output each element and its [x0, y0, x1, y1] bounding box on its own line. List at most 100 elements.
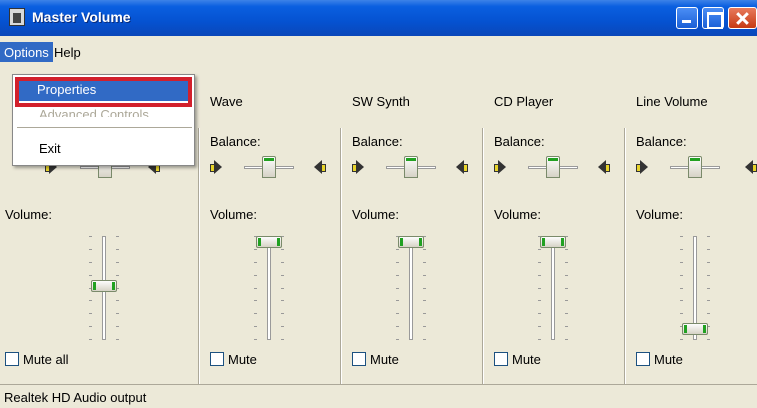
volume-slider-thumb[interactable]: [540, 236, 566, 248]
volume-tick: [565, 288, 568, 289]
volume-tick: [89, 339, 92, 340]
volume-tick: [281, 288, 284, 289]
volume-tick: [423, 326, 426, 327]
volume-slider-thumb[interactable]: [682, 323, 708, 335]
volume-tick: [538, 339, 541, 340]
volume-tick: [707, 249, 710, 250]
volume-slider-thumb[interactable]: [256, 236, 282, 248]
volume-tick: [281, 249, 284, 250]
volume-tick: [396, 262, 399, 263]
volume-label: Volume:: [5, 207, 52, 222]
volume-tick: [116, 313, 119, 314]
mute-label: Mute: [512, 352, 541, 367]
menu-options[interactable]: Options: [0, 42, 53, 62]
balance-slider-thumb[interactable]: [262, 156, 276, 178]
volume-slider-track[interactable]: [551, 236, 555, 340]
volume-label: Volume:: [210, 207, 257, 222]
balance-left-speaker-icon: [636, 160, 648, 174]
volume-tick: [680, 288, 683, 289]
volume-tick: [116, 339, 119, 340]
balance-label: Balance:: [210, 134, 261, 149]
volume-tick: [538, 326, 541, 327]
volume-tick: [423, 275, 426, 276]
mute-label: Mute: [370, 352, 399, 367]
balance-left-speaker-icon: [494, 160, 506, 174]
volume-tick: [680, 300, 683, 301]
close-icon[interactable]: [728, 7, 757, 29]
volume-label: Volume:: [494, 207, 541, 222]
mute-label: Mute: [654, 352, 683, 367]
volume-tick: [254, 275, 257, 276]
checkbox[interactable]: [494, 352, 508, 366]
volume-tick: [396, 313, 399, 314]
volume-tick: [396, 326, 399, 327]
menu-help[interactable]: Help: [50, 42, 85, 62]
balance-slider-thumb[interactable]: [688, 156, 702, 178]
volume-tick: [281, 326, 284, 327]
volume-tick: [89, 249, 92, 250]
balance-slider-thumb[interactable]: [404, 156, 418, 178]
volume-tick: [89, 275, 92, 276]
balance-label: Balance:: [636, 134, 687, 149]
checkbox[interactable]: [352, 352, 366, 366]
volume-tick: [281, 262, 284, 263]
volume-tick: [538, 313, 541, 314]
balance-slider-thumb[interactable]: [546, 156, 560, 178]
volume-tick: [707, 262, 710, 263]
volume-tick: [396, 275, 399, 276]
volume-tick: [680, 236, 683, 237]
volume-tick: [116, 249, 119, 250]
channel-cd-player: CD Player Balance: Volume: Mute: [484, 74, 624, 384]
volume-slider-thumb[interactable]: [398, 236, 424, 248]
balance-right-speaker-icon: [456, 160, 468, 174]
balance-right-speaker-icon: [598, 160, 610, 174]
volume-tick: [423, 300, 426, 301]
volume-tick: [680, 313, 683, 314]
volume-tick: [565, 275, 568, 276]
minimize-icon[interactable]: [676, 7, 698, 29]
volume-tick: [707, 275, 710, 276]
volume-slider-thumb[interactable]: [91, 280, 117, 292]
volume-tick: [707, 288, 710, 289]
volume-tick: [538, 275, 541, 276]
volume-tick: [89, 262, 92, 263]
volume-tick: [116, 262, 119, 263]
channel-name: CD Player: [494, 94, 554, 109]
highlight-box: [15, 77, 192, 107]
menu-item-exit[interactable]: Exit: [39, 141, 61, 156]
volume-tick: [680, 339, 683, 340]
volume-tick: [538, 262, 541, 263]
volume-label: Volume:: [636, 207, 683, 222]
status-text: Realtek HD Audio output: [4, 390, 147, 405]
volume-tick: [254, 288, 257, 289]
title-bar[interactable]: Master Volume: [0, 0, 757, 36]
balance-left-speaker-icon: [210, 160, 222, 174]
checkbox[interactable]: [636, 352, 650, 366]
balance-right-speaker-icon: [745, 160, 757, 174]
volume-tick: [707, 313, 710, 314]
volume-tick: [423, 339, 426, 340]
volume-tick: [89, 326, 92, 327]
volume-tick: [423, 313, 426, 314]
checkbox[interactable]: [5, 352, 19, 366]
volume-tick: [254, 313, 257, 314]
volume-tick: [396, 339, 399, 340]
volume-slider-track[interactable]: [409, 236, 413, 340]
balance-label: Balance:: [494, 134, 545, 149]
volume-tick: [254, 249, 257, 250]
maximize-icon[interactable]: [702, 7, 724, 29]
balance-right-speaker-icon: [314, 160, 326, 174]
volume-tick: [396, 249, 399, 250]
checkbox[interactable]: [210, 352, 224, 366]
volume-tick: [680, 275, 683, 276]
volume-tick: [116, 236, 119, 237]
volume-tick: [423, 262, 426, 263]
mute-label: Mute all: [23, 352, 69, 367]
volume-tick: [254, 300, 257, 301]
channel-name: Wave: [210, 94, 243, 109]
volume-slider-track[interactable]: [267, 236, 271, 340]
channel-line-volume: Line Volume Balance: Volume: Mute: [626, 74, 757, 384]
volume-tick: [281, 300, 284, 301]
status-bar: Realtek HD Audio output: [0, 384, 757, 408]
volume-tick: [565, 262, 568, 263]
